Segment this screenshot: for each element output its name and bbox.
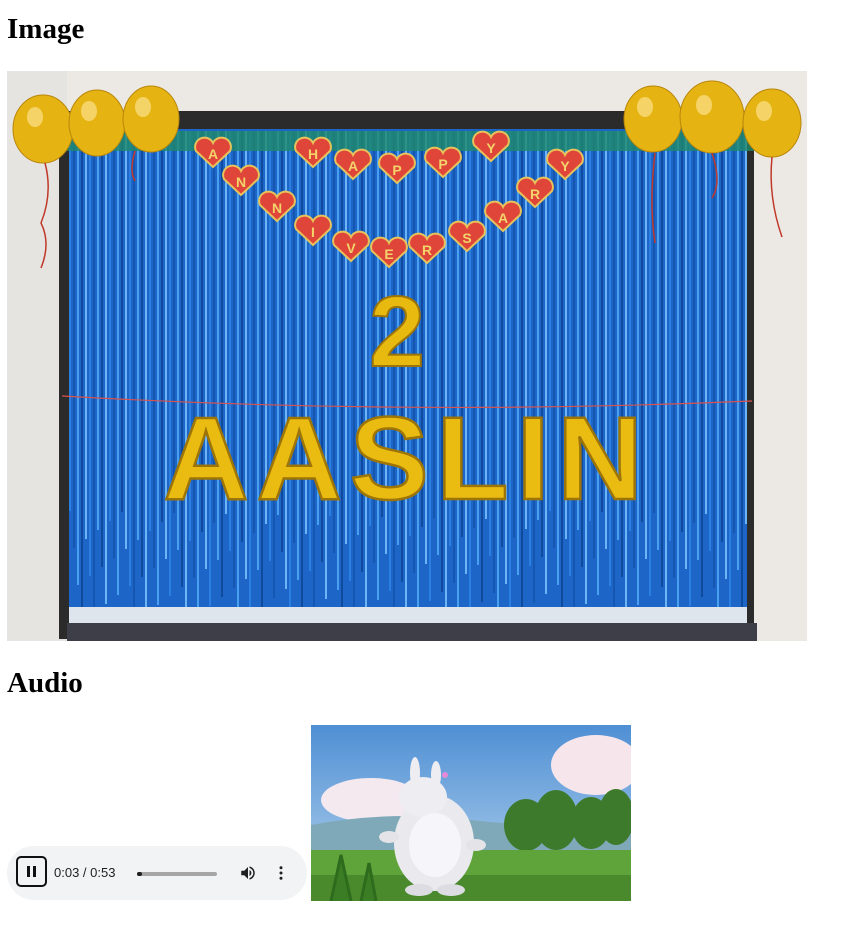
banner-letter: P	[392, 162, 401, 178]
banner-letter: P	[438, 156, 447, 172]
seek-bar[interactable]	[137, 872, 217, 876]
time-display: 0:03 / 0:53	[54, 865, 115, 880]
audio-heading: Audio	[7, 667, 83, 699]
volume-icon[interactable]	[239, 864, 257, 882]
banner-letter: S	[462, 230, 471, 246]
banner-letter: R	[422, 242, 432, 258]
banner-letter: E	[384, 246, 393, 262]
time-separator: /	[79, 865, 91, 880]
banner-letter: N	[272, 200, 282, 216]
svg-text:2: 2	[369, 276, 425, 388]
video-thumbnail[interactable]	[311, 725, 631, 901]
current-time: 0:03	[54, 865, 80, 880]
banner-letter: A	[498, 210, 508, 226]
svg-text:AASLIN: AASLIN	[163, 393, 650, 525]
banner-letter: Y	[486, 140, 496, 156]
pause-button[interactable]	[16, 856, 47, 887]
banner-letter: A	[348, 158, 358, 174]
duration: 0:53	[90, 865, 116, 880]
more-vert-icon[interactable]	[272, 864, 290, 882]
banner-letter: R	[530, 186, 540, 202]
banner-letter: I	[311, 224, 315, 240]
image-heading: Image	[7, 13, 85, 45]
pause-icon	[27, 866, 30, 877]
audio-player[interactable]: 0:03 / 0:53	[7, 846, 307, 900]
banner-letter: A	[208, 146, 218, 162]
banner-letter: N	[236, 174, 246, 190]
banner-letter: H	[308, 146, 318, 162]
banner-letter: Y	[560, 158, 570, 174]
banner-letter: V	[346, 240, 356, 256]
seek-bar-fill	[137, 872, 142, 876]
anniversary-photo: A N N I V E R S A R Y H A P P Y 2 AASLIN	[7, 71, 807, 641]
